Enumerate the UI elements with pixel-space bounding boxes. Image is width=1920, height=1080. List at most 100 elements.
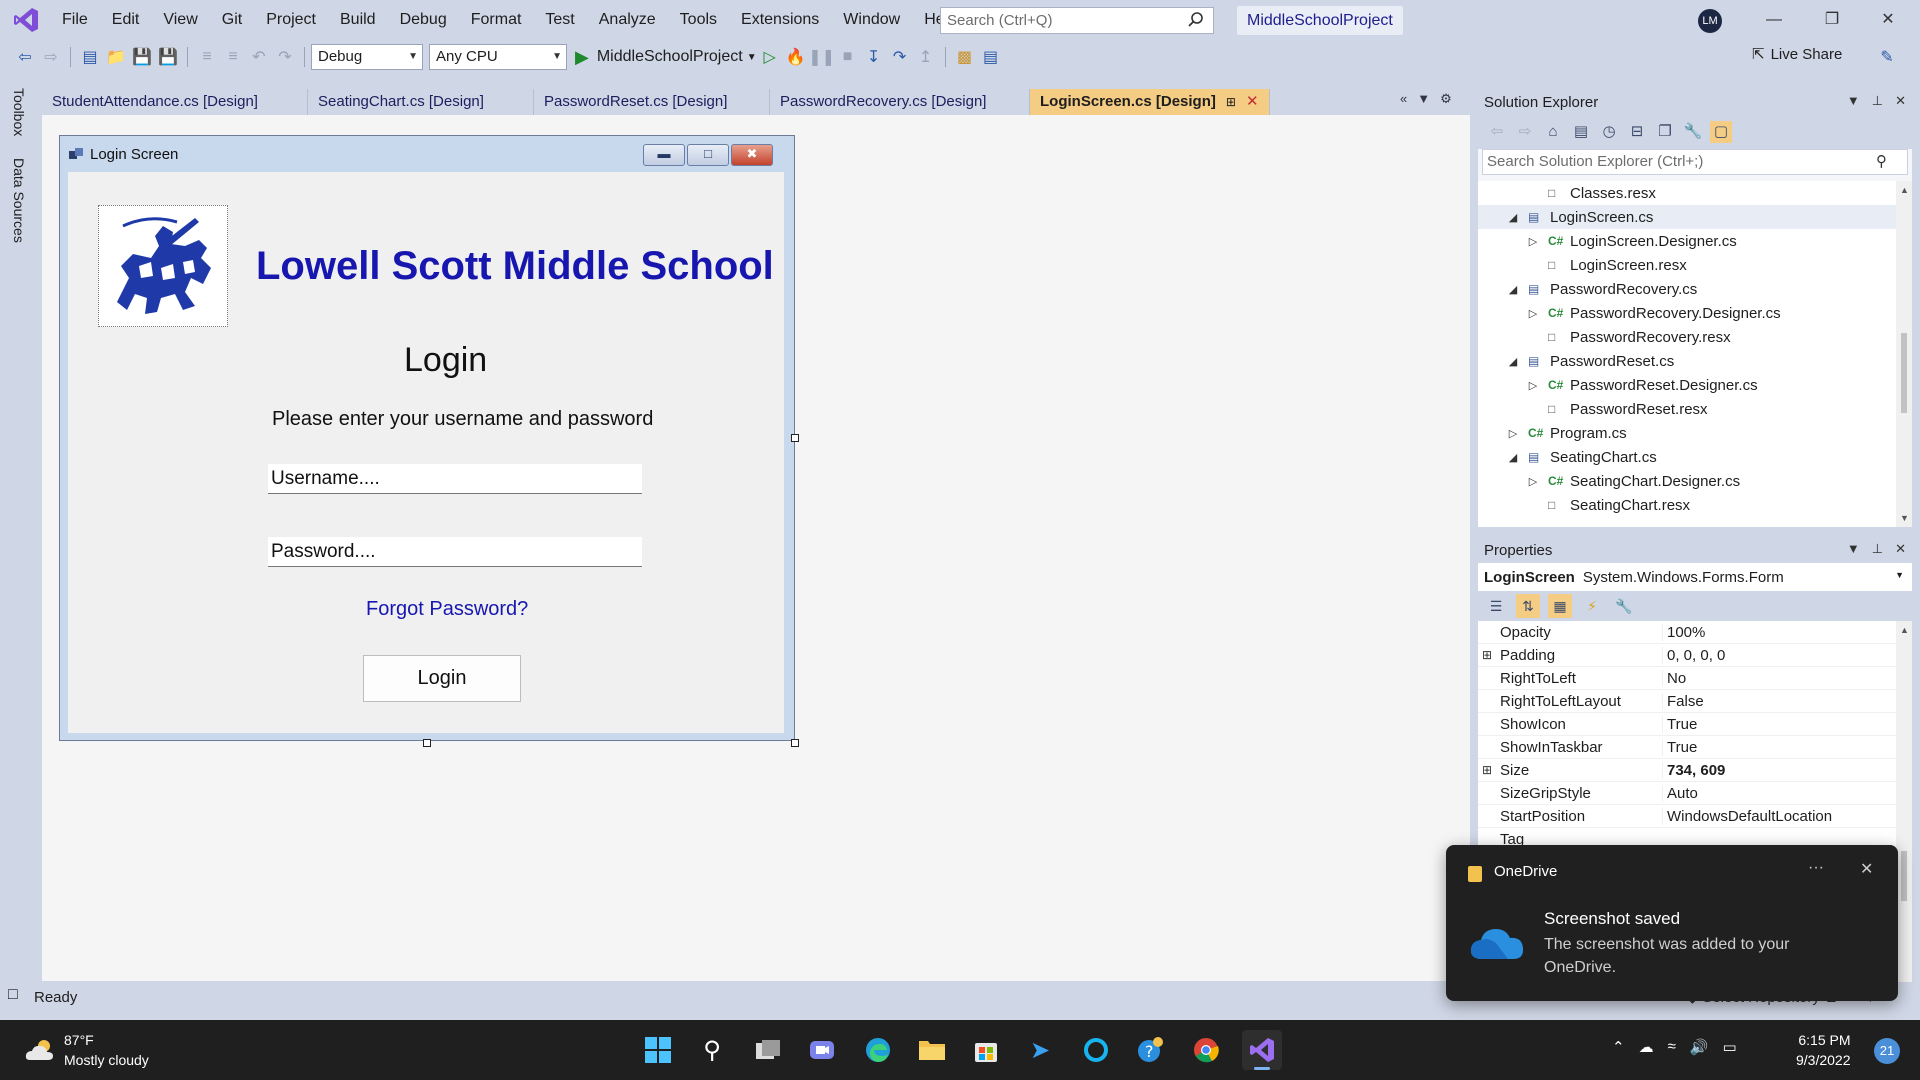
categorized-icon[interactable]: ☰ <box>1484 594 1508 618</box>
toast-more-options-button[interactable]: ··· <box>1808 859 1824 877</box>
collapse-all-icon[interactable]: ⊟ <box>1626 121 1648 143</box>
solution-tree-item[interactable]: ▷ C# SeatingChart.Designer.cs <box>1478 469 1896 493</box>
pause-icon[interactable]: ❚❚ <box>808 46 835 68</box>
menu-edit[interactable]: Edit <box>100 0 152 40</box>
comment-icon[interactable]: ≡ <box>196 46 218 68</box>
cortana-icon[interactable] <box>1076 1030 1116 1070</box>
start-debugging-button[interactable]: ▶ MiddleSchoolProject ▼ <box>575 47 757 68</box>
weather-widget[interactable]: 87°F Mostly cloudy <box>24 1030 149 1070</box>
username-field[interactable] <box>268 464 642 494</box>
property-object-select[interactable]: LoginScreen System.Windows.Forms.Form ▼ <box>1478 563 1912 591</box>
taskbar-search-icon[interactable]: ⚲ <box>692 1030 732 1070</box>
tab-password-recovery-design[interactable]: PasswordRecovery.cs [Design] <box>770 89 1030 115</box>
hot-reload-icon[interactable]: 🔥 <box>785 46 807 68</box>
forgot-password-link[interactable]: Forgot Password? <box>366 598 528 621</box>
collapsed-arrow-icon[interactable]: ▷ <box>1526 379 1540 392</box>
property-value[interactable]: True <box>1662 738 1697 756</box>
start-without-debugging-icon[interactable]: ▷ <box>759 46 781 68</box>
menu-build[interactable]: Build <box>328 0 388 40</box>
property-value[interactable]: WindowsDefaultLocation <box>1662 807 1832 825</box>
task-view-icon[interactable] <box>748 1030 788 1070</box>
uncomment-icon[interactable]: ≡ <box>222 46 244 68</box>
restore-window-button[interactable]: ❐ <box>1808 0 1856 40</box>
chevrons-left-icon[interactable]: « <box>1400 91 1407 107</box>
volume-icon[interactable]: 🔊 <box>1690 1038 1709 1056</box>
scrollbar-thumb[interactable] <box>1901 851 1907 901</box>
power-automate-icon[interactable]: ➤ <box>1020 1030 1060 1070</box>
solution-configuration-select[interactable]: Debug ▼ <box>311 44 423 70</box>
events-lightning-icon[interactable]: ⚡ <box>1580 594 1604 618</box>
property-row[interactable]: RightToLeftLayout False <box>1478 690 1896 713</box>
login-form-window[interactable]: Login Screen ▬ □ ✖ Lowell Scott Middle S… <box>59 135 795 741</box>
save-all-icon[interactable]: 💾 <box>157 46 179 68</box>
property-row[interactable]: SizeGripStyle Auto <box>1478 782 1896 805</box>
layout-icon[interactable]: ▩ <box>954 46 976 68</box>
edge-browser-icon[interactable] <box>858 1030 898 1070</box>
toolbox-tab[interactable]: Toolbox <box>11 88 27 136</box>
onedrive-tray-icon[interactable]: ☁ <box>1639 1038 1654 1056</box>
chrome-browser-icon[interactable] <box>1186 1030 1226 1070</box>
solution-tree-item[interactable]: ◢ ▤ SeatingChart.cs <box>1478 445 1896 469</box>
solution-platform-select[interactable]: Any CPU ▼ <box>429 44 567 70</box>
property-value[interactable]: No <box>1662 669 1686 687</box>
scrollbar-thumb[interactable] <box>1901 333 1907 413</box>
property-value[interactable]: True <box>1662 715 1697 733</box>
property-row[interactable]: ⊞ Size 734, 609 <box>1478 759 1896 782</box>
menu-tools[interactable]: Tools <box>668 0 729 40</box>
menu-file[interactable]: File <box>50 0 100 40</box>
feedback-icon[interactable]: ✎ <box>1876 46 1898 68</box>
save-icon[interactable]: 💾 <box>131 46 153 68</box>
switch-views-icon[interactable]: ▤ <box>1570 121 1592 143</box>
menu-git[interactable]: Git <box>210 0 254 40</box>
forward-icon[interactable]: ⇨ <box>1514 121 1536 143</box>
battery-icon[interactable]: ▭ <box>1723 1038 1737 1056</box>
scroll-up-icon[interactable]: ▲ <box>1900 185 1909 195</box>
solution-tree-item[interactable]: ▷ C# LoginScreen.Designer.cs <box>1478 229 1896 253</box>
output-window-icon[interactable]: □ <box>8 986 18 1004</box>
tab-login-screen-design[interactable]: LoginScreen.cs [Design] ⊞ ✕ <box>1030 89 1270 115</box>
resize-handle-bottom[interactable] <box>423 739 431 747</box>
global-search-input[interactable]: Search (Ctrl+Q) <box>940 7 1214 34</box>
panel-menu-icon[interactable]: ▼ <box>1847 93 1860 109</box>
pin-tab-icon[interactable]: ⊞ <box>1226 89 1236 115</box>
designer-surface[interactable]: Login Screen ▬ □ ✖ Lowell Scott Middle S… <box>42 115 1470 981</box>
close-icon[interactable]: ✕ <box>1895 541 1906 557</box>
panel-menu-icon[interactable]: ▼ <box>1847 541 1860 557</box>
visual-studio-logo-icon[interactable] <box>12 6 40 34</box>
step-over-icon[interactable]: ↷ <box>889 46 911 68</box>
solution-tree-item[interactable]: ◢ ▤ LoginScreen.cs <box>1478 205 1896 229</box>
menu-test[interactable]: Test <box>533 0 586 40</box>
collapsed-arrow-icon[interactable]: ▷ <box>1506 427 1520 440</box>
tab-student-attendance-design[interactable]: StudentAttendance.cs [Design] <box>42 89 308 115</box>
preview-selected-icon[interactable]: ▢ <box>1710 121 1732 143</box>
back-icon[interactable]: ⇦ <box>1486 121 1508 143</box>
pin-icon[interactable]: ⊥ <box>1872 93 1883 109</box>
menu-extensions[interactable]: Extensions <box>729 0 831 40</box>
menu-format[interactable]: Format <box>459 0 534 40</box>
expand-plus-icon[interactable]: ⊞ <box>1482 648 1492 662</box>
menu-window[interactable]: Window <box>831 0 912 40</box>
password-field[interactable] <box>268 537 642 567</box>
microsoft-store-icon[interactable] <box>966 1030 1006 1070</box>
onedrive-toast-notification[interactable]: OneDrive ··· ✕ Screenshot saved The scre… <box>1446 845 1898 1001</box>
menu-project[interactable]: Project <box>254 0 328 40</box>
collapsed-arrow-icon[interactable]: ▷ <box>1526 307 1540 320</box>
alphabetical-icon[interactable]: ⇅ <box>1516 594 1540 618</box>
format-layout-icon[interactable]: ▤ <box>980 46 1002 68</box>
undo-icon[interactable]: ↶ <box>248 46 270 68</box>
solution-tree-item[interactable]: □ PasswordReset.resx <box>1478 397 1896 421</box>
properties-view-icon[interactable]: ▦ <box>1548 594 1572 618</box>
solution-tree-item[interactable]: ◢ ▤ PasswordReset.cs <box>1478 349 1896 373</box>
tab-dropdown-icon[interactable]: ▼ <box>1417 91 1430 107</box>
expand-plus-icon[interactable]: ⊞ <box>1482 763 1492 777</box>
solution-tree-item[interactable]: ▷ C# PasswordReset.Designer.cs <box>1478 373 1896 397</box>
form-close-button[interactable]: ✖ <box>731 144 773 166</box>
property-row[interactable]: ShowInTaskbar True <box>1478 736 1896 759</box>
menu-debug[interactable]: Debug <box>388 0 459 40</box>
property-grid-scrollbar[interactable]: ▲ <box>1896 621 1912 982</box>
tab-seating-chart-design[interactable]: SeatingChart.cs [Design] <box>308 89 534 115</box>
navigate-forward-icon[interactable]: ⇨ <box>40 46 62 68</box>
expanded-arrow-icon[interactable]: ◢ <box>1506 283 1520 296</box>
step-out-icon[interactable]: ↥ <box>915 46 937 68</box>
form-minimize-button[interactable]: ▬ <box>643 144 685 166</box>
